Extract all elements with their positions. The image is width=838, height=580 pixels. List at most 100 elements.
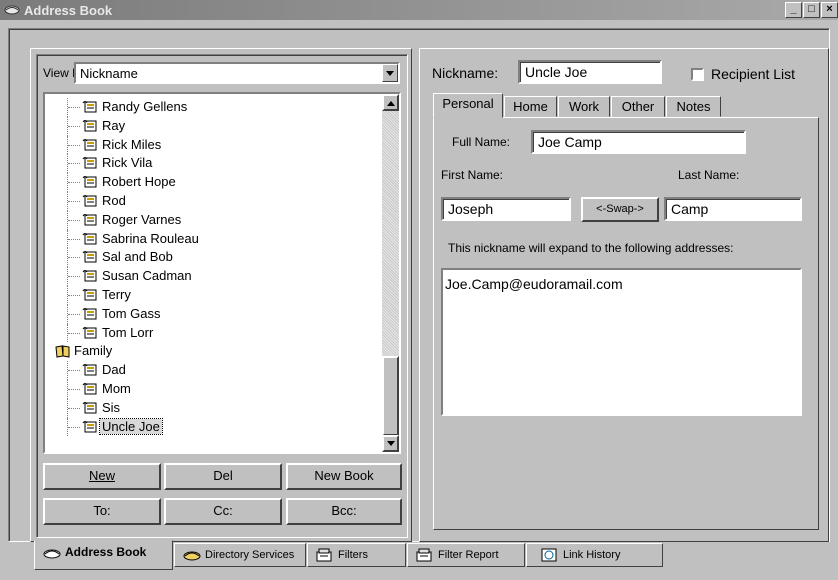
view-by-value: Nickname xyxy=(80,66,138,81)
contact-tree-items: Randy Gellens Ray Rick Miles Rick Vila Rober… xyxy=(45,98,385,437)
address-card-icon xyxy=(82,175,98,192)
to-button[interactable]: To: xyxy=(43,498,161,525)
full-name-field[interactable]: Joe Camp xyxy=(531,130,746,154)
delete-button[interactable]: Del xyxy=(164,463,282,490)
dropdown-arrow-icon[interactable] xyxy=(382,64,398,82)
bottom-tab-filter-report[interactable]: Filter Report xyxy=(407,543,525,567)
scroll-thumb[interactable] xyxy=(382,356,399,436)
tree-contact-item[interactable]: Tom Gass xyxy=(45,304,385,324)
tree-item-label: Tom Lorr xyxy=(102,324,154,340)
new-book-button[interactable]: New Book xyxy=(286,463,402,490)
title-bar[interactable]: Address Book _ □ × xyxy=(0,0,838,20)
tree-contact-item[interactable]: Randy Gellens xyxy=(45,98,385,117)
tree-connector xyxy=(67,248,82,268)
tree-connector xyxy=(67,323,82,343)
tab-home[interactable]: Home xyxy=(504,96,557,117)
address-card-icon xyxy=(82,232,98,249)
tree-item-label: Family xyxy=(74,343,113,359)
close-button[interactable]: × xyxy=(821,2,838,18)
address-card-icon xyxy=(82,194,98,211)
address-card-icon xyxy=(82,363,98,380)
bcc-button[interactable]: Bcc: xyxy=(286,498,402,525)
tree-contact-item[interactable]: Susan Cadman xyxy=(45,267,385,286)
minimize-button[interactable]: _ xyxy=(785,2,802,18)
tree-connector xyxy=(67,116,82,136)
tree-item-label: Susan Cadman xyxy=(102,268,192,284)
tree-connector xyxy=(67,285,82,305)
tab-work[interactable]: Work xyxy=(558,96,610,117)
new-button[interactable]: New xyxy=(43,463,161,490)
tab-notes[interactable]: Notes xyxy=(666,96,721,117)
address-card-icon xyxy=(82,382,98,399)
tree-connector xyxy=(67,154,82,174)
tree-connector xyxy=(67,398,82,418)
tab-other[interactable]: Other xyxy=(611,96,665,117)
tree-contact-item[interactable]: Robert Hope xyxy=(45,173,385,192)
tree-item-label: Dad xyxy=(102,362,126,378)
tree-contact-item[interactable]: Rick Miles xyxy=(45,135,385,155)
tree-item-label: Uncle Joe xyxy=(99,417,163,435)
tree-item-label: Mom xyxy=(102,380,131,396)
tree-item-label: Robert Hope xyxy=(102,174,176,190)
tree-item-label: Rick Miles xyxy=(102,136,162,152)
bottom-tab-address-book[interactable]: Address Book xyxy=(34,540,173,570)
tree-item-label: Ray xyxy=(102,117,126,133)
nickname-label: Nickname: xyxy=(432,65,499,81)
tree-contact-item[interactable]: Uncle Joe xyxy=(45,417,385,437)
tree-contact-item[interactable]: Sis xyxy=(45,398,385,418)
address-book-app-icon xyxy=(4,3,20,20)
tree-contact-item[interactable]: Roger Varnes xyxy=(45,210,385,230)
view-by-dropdown[interactable]: Nickname xyxy=(74,62,400,84)
cc-button[interactable]: Cc: xyxy=(164,498,282,525)
tree-item-label: Sal and Bob xyxy=(102,249,173,265)
tree-contact-item[interactable]: Rod xyxy=(45,191,385,211)
bottom-tab-link-history[interactable]: Link History xyxy=(526,543,663,567)
tree-contact-item[interactable]: Terry xyxy=(45,285,385,305)
nickname-field[interactable]: Uncle Joe xyxy=(518,60,662,84)
tree-contact-item[interactable]: Sal and Bob xyxy=(45,248,385,268)
address-card-icon xyxy=(82,269,98,286)
address-card-icon xyxy=(82,100,98,117)
address-card-icon xyxy=(82,156,98,173)
swap-button[interactable]: <-Swap-> xyxy=(581,197,659,222)
first-name-field[interactable]: Joseph xyxy=(441,197,571,221)
address-card-icon xyxy=(82,250,98,267)
tree-connector xyxy=(67,417,82,437)
address-card-icon xyxy=(82,420,98,437)
tree-contact-item[interactable]: Dad xyxy=(45,361,385,380)
recipient-list-checkbox[interactable] xyxy=(691,68,704,81)
tree-item-label: Sabrina Rouleau xyxy=(102,230,199,246)
last-name-field[interactable]: Camp xyxy=(664,197,802,221)
scroll-down-button[interactable] xyxy=(382,435,399,452)
scroll-up-button[interactable] xyxy=(382,94,399,111)
contact-tree[interactable]: Randy Gellens Ray Rick Miles Rick Vila Rober… xyxy=(43,92,401,454)
tree-item-label: Terry xyxy=(102,286,131,302)
filters-icon xyxy=(316,548,332,570)
tree-contact-item[interactable]: Mom xyxy=(45,379,385,399)
tree-scrollbar[interactable] xyxy=(382,94,399,452)
tree-item-label: Sis xyxy=(102,399,121,415)
directory-services-icon xyxy=(183,548,201,570)
link-history-icon xyxy=(541,548,557,570)
tree-connector xyxy=(67,361,82,380)
tree-contact-item[interactable]: Tom Lorr xyxy=(45,323,385,343)
address-card-icon xyxy=(82,401,98,418)
tree-connector xyxy=(67,304,82,324)
tab-personal[interactable]: Personal xyxy=(433,93,503,118)
address-card-icon xyxy=(82,138,98,155)
tree-connector xyxy=(67,210,82,230)
addresses-field[interactable]: Joe.Camp@eudoramail.com xyxy=(441,268,802,416)
tree-contact-item[interactable]: Rick Vila xyxy=(45,154,385,174)
bottom-tab-filters[interactable]: Filters xyxy=(307,543,406,567)
tree-connector xyxy=(67,379,82,399)
address-card-icon xyxy=(82,288,98,305)
tree-contact-item[interactable]: Sabrina Rouleau xyxy=(45,229,385,249)
expand-description: This nickname will expand to the followi… xyxy=(448,241,734,255)
maximize-button[interactable]: □ xyxy=(803,2,820,18)
bottom-tab-directory-services[interactable]: Directory Services xyxy=(174,543,306,567)
tree-item-label: Rod xyxy=(102,192,126,208)
tree-contact-item[interactable]: Ray xyxy=(45,116,385,136)
tree-item-label: Roger Varnes xyxy=(102,211,182,227)
tree-group-item[interactable]: Family xyxy=(45,342,385,361)
address-book-icon xyxy=(43,545,61,567)
